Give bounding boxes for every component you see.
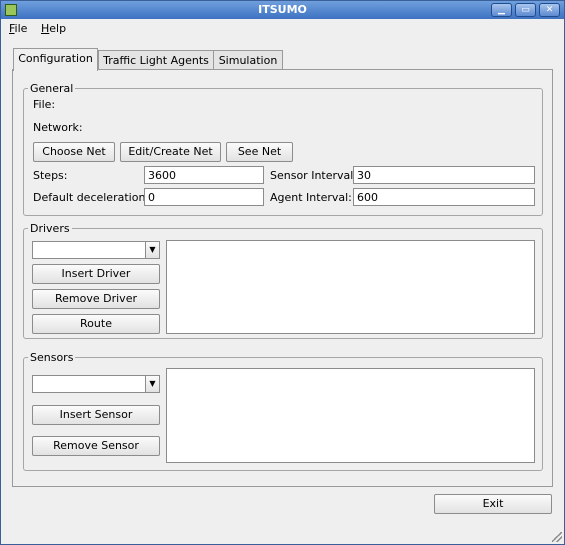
- sensors-combo[interactable]: ▼: [32, 375, 160, 393]
- steps-label: Steps:: [33, 169, 68, 182]
- maximize-button[interactable]: ▭: [515, 3, 536, 17]
- default-deceleration-label: Default deceleration:: [33, 191, 150, 204]
- drivers-combo[interactable]: ▼: [32, 241, 160, 259]
- agent-interval-label: Agent Interval:: [270, 191, 352, 204]
- route-button[interactable]: Route: [32, 314, 160, 334]
- close-button[interactable]: ✕: [539, 3, 560, 17]
- drivers-list[interactable]: [166, 240, 535, 334]
- menu-help[interactable]: Help: [41, 22, 66, 35]
- tab-simulation[interactable]: Simulation: [213, 50, 283, 71]
- default-deceleration-input[interactable]: [144, 188, 264, 206]
- configuration-panel: General File: Network: Choose Net Edit/C…: [12, 69, 553, 487]
- network-label: Network:: [33, 121, 83, 134]
- edit-create-net-button[interactable]: Edit/Create Net: [120, 142, 221, 162]
- steps-input[interactable]: [144, 166, 264, 184]
- resize-grip-icon[interactable]: [552, 532, 562, 542]
- sensor-interval-label: Sensor Interval:: [270, 169, 358, 182]
- sensors-legend: Sensors: [30, 351, 74, 364]
- window-title: ITSUMO: [258, 3, 307, 16]
- minimize-button[interactable]: ▁: [491, 3, 512, 17]
- menu-file[interactable]: File: [9, 22, 27, 35]
- tab-traffic-light-agents[interactable]: Traffic Light Agents: [98, 50, 214, 71]
- general-legend: General: [30, 82, 74, 95]
- chevron-down-icon[interactable]: ▼: [145, 242, 159, 258]
- remove-sensor-button[interactable]: Remove Sensor: [32, 436, 160, 456]
- see-net-button[interactable]: See Net: [226, 142, 293, 162]
- sensors-list[interactable]: [166, 368, 535, 463]
- insert-sensor-button[interactable]: Insert Sensor: [32, 405, 160, 425]
- drivers-legend: Drivers: [30, 222, 70, 235]
- chevron-down-icon[interactable]: ▼: [145, 376, 159, 392]
- tab-configuration[interactable]: Configuration: [13, 48, 98, 71]
- close-icon: ✕: [545, 5, 554, 15]
- file-label: File:: [33, 98, 56, 111]
- remove-driver-button[interactable]: Remove Driver: [32, 289, 160, 309]
- insert-driver-button[interactable]: Insert Driver: [32, 264, 160, 284]
- main-window: ITSUMO ▁ ▭ ✕ File Help Configuration Tra…: [0, 0, 565, 545]
- agent-interval-input[interactable]: [353, 188, 535, 206]
- maximize-icon: ▭: [521, 5, 530, 15]
- minimize-icon: ▁: [498, 5, 505, 15]
- menu-bar: File Help: [1, 19, 564, 39]
- title-bar[interactable]: ITSUMO ▁ ▭ ✕: [1, 1, 564, 19]
- exit-button[interactable]: Exit: [434, 494, 552, 514]
- sensor-interval-input[interactable]: [353, 166, 535, 184]
- choose-net-button[interactable]: Choose Net: [33, 142, 115, 162]
